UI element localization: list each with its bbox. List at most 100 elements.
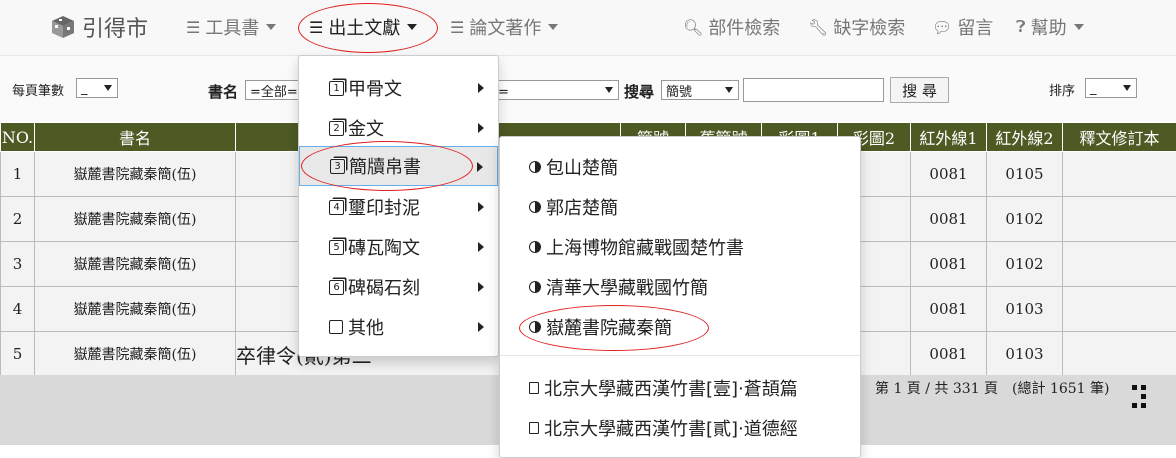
sort-label: 排序	[1049, 80, 1075, 99]
half-circle-icon	[529, 161, 541, 173]
cell-book[interactable]: 嶽麓書院藏秦簡(伍)	[35, 242, 236, 287]
book-icon	[529, 382, 539, 394]
nav-excavated-label: 出土文獻	[328, 14, 400, 40]
half-circle-icon	[529, 281, 541, 293]
menu-item-label: 璽印封泥	[348, 194, 420, 220]
cell-revision	[1063, 152, 1176, 197]
menu-item-label: 簡牘帛書	[349, 153, 421, 179]
cell-revision	[1063, 332, 1176, 377]
half-circle-icon	[529, 321, 541, 333]
caret-right-icon	[478, 282, 484, 292]
number-3-icon: 3	[330, 159, 345, 174]
submenu-item-label: 嶽麓書院藏秦簡	[546, 314, 672, 340]
menu-item-bronze[interactable]: 2 金文	[299, 108, 498, 148]
menu-divider	[500, 355, 860, 356]
category-select[interactable]: 部=	[480, 80, 619, 100]
cell-ir1[interactable]: 0081	[911, 152, 987, 197]
book-icon	[529, 422, 539, 434]
nav-excavated-dropdown[interactable]: ☰ 出土文獻	[309, 14, 417, 40]
caret-right-icon	[478, 202, 484, 212]
menu-item-seals[interactable]: 4 璽印封泥	[299, 187, 498, 227]
sort-select[interactable]: _	[1085, 78, 1137, 98]
cell-book[interactable]: 嶽麓書院藏秦簡(伍)	[35, 197, 236, 242]
chevron-down-icon	[605, 87, 613, 93]
list-icon: ☰	[450, 18, 464, 37]
cell-no: 4	[1, 287, 35, 332]
nav-message[interactable]: 💬︎ 留言	[932, 14, 993, 40]
search-label: 搜尋	[624, 81, 654, 102]
number-6-icon: 6	[329, 280, 344, 295]
search-toolbar: 每頁筆數 _ 書名 =全部= 部= 搜尋 簡號 搜 尋 排序 _	[0, 56, 1176, 124]
cell-revision	[1063, 287, 1176, 332]
col-header-no[interactable]: NO.	[1, 123, 35, 152]
cell-book[interactable]: 嶽麓書院藏秦簡(伍)	[35, 152, 236, 197]
number-2-icon: 2	[329, 121, 344, 136]
submenu-item-label: 包山楚簡	[546, 154, 618, 180]
square-icon	[329, 320, 343, 334]
nav-message-label: 留言	[957, 14, 993, 40]
menu-item-oracle-bone[interactable]: 1 甲骨文	[299, 68, 498, 108]
caret-down-icon	[407, 24, 417, 30]
menu-item-bamboo-silk[interactable]: 3 簡牘帛書	[299, 146, 498, 186]
cell-ir2[interactable]: 0105	[987, 152, 1063, 197]
submenu-item-yuelu[interactable]: 嶽麓書院藏秦簡	[500, 307, 860, 347]
nav-component-search-label: 部件檢索	[708, 14, 780, 40]
menu-item-other[interactable]: 其他	[299, 307, 498, 347]
brand[interactable]: 引得市	[50, 10, 148, 44]
cell-ir1[interactable]: 0081	[911, 287, 987, 332]
nav-papers-label: 論文著作	[469, 14, 541, 40]
per-page-value: _	[81, 81, 88, 96]
cell-ir2[interactable]: 0102	[987, 242, 1063, 287]
per-page-label: 每頁筆數	[12, 80, 64, 99]
nav-tools-dropdown[interactable]: ☰ 工具書	[186, 14, 276, 40]
book-select[interactable]: =全部=	[245, 80, 305, 100]
nav-papers-dropdown[interactable]: ☰ 論文著作	[450, 14, 558, 40]
submenu-item-baoshan[interactable]: 包山楚簡	[500, 147, 860, 187]
cell-book[interactable]: 嶽麓書院藏秦簡(伍)	[35, 287, 236, 332]
chevron-down-icon	[104, 85, 112, 91]
menu-item-stone[interactable]: 6 碑碣石刻	[299, 267, 498, 307]
navbar: 引得市 ☰ 工具書 ☰ 出土文獻 ☰ 論文著作 🔍︎ 部件檢索 🔧︎ 缺字檢索 …	[0, 0, 1176, 56]
submenu-item-shanghai-museum[interactable]: 上海博物館藏戰國楚竹書	[500, 227, 860, 267]
per-page-select[interactable]: _	[76, 78, 118, 98]
caret-right-icon	[478, 242, 484, 252]
cell-ir1[interactable]: 0081	[911, 197, 987, 242]
menu-item-label: 碑碣石刻	[348, 274, 420, 300]
half-circle-icon	[529, 201, 541, 213]
cell-ir2[interactable]: 0102	[987, 197, 1063, 242]
nav-help-dropdown[interactable]: ❓︎ 幫助	[1016, 14, 1084, 40]
submenu-item-label: 北京大學藏西漢竹書[貳]‧道德經	[544, 415, 798, 441]
submenu-item-label: 郭店楚簡	[546, 194, 618, 220]
cell-ir2[interactable]: 0103	[987, 287, 1063, 332]
col-header-ir1[interactable]: 紅外線1	[911, 123, 987, 152]
menu-item-label: 金文	[348, 115, 384, 141]
submenu-item-peking-cangjie[interactable]: 北京大學藏西漢竹書[壹]‧蒼頡篇	[500, 368, 860, 408]
col-header-ir2[interactable]: 紅外線2	[987, 123, 1063, 152]
search-button[interactable]: 搜 尋	[890, 77, 949, 103]
cell-book[interactable]: 嶽麓書院藏秦簡(伍)	[35, 332, 236, 377]
submenu-item-peking-daodejing[interactable]: 北京大學藏西漢竹書[貳]‧道德經	[500, 408, 860, 448]
cell-ir1[interactable]: 0081	[911, 242, 987, 287]
excavated-docs-menu: 1 甲骨文 2 金文 3 簡牘帛書 4 璽印封泥 5 磚瓦陶文 6 碑碣石刻 其…	[298, 55, 499, 357]
cell-revision	[1063, 242, 1176, 287]
submenu-item-guodian[interactable]: 郭店楚簡	[500, 187, 860, 227]
col-header-revision[interactable]: 釋文修訂本	[1063, 123, 1176, 152]
nav-tools-label: 工具書	[205, 14, 259, 40]
nav-missing-char-search[interactable]: 🔧︎ 缺字檢索	[808, 14, 905, 40]
menu-item-label: 其他	[348, 314, 384, 340]
submenu-item-label: 北京大學藏西漢竹書[壹]‧蒼頡篇	[544, 375, 798, 401]
cell-revision	[1063, 197, 1176, 242]
menu-item-pottery[interactable]: 5 磚瓦陶文	[299, 227, 498, 267]
submenu-item-tsinghua[interactable]: 清華大學藏戰國竹簡	[500, 267, 860, 307]
search-field-select[interactable]: 簡號	[661, 80, 739, 100]
chevron-down-icon	[1123, 85, 1131, 91]
nav-component-search[interactable]: 🔍︎ 部件檢索	[683, 14, 780, 40]
search-input[interactable]	[743, 78, 884, 102]
cell-ir2[interactable]: 0103	[987, 332, 1063, 377]
col-header-book[interactable]: 書名	[35, 123, 236, 152]
menu-item-label: 甲骨文	[348, 75, 402, 101]
submenu-item-label: 清華大學藏戰國竹簡	[546, 274, 708, 300]
column-toggle-icon[interactable]	[1131, 384, 1147, 410]
list-icon: ☰	[309, 18, 323, 37]
cell-ir1[interactable]: 0081	[911, 332, 987, 377]
